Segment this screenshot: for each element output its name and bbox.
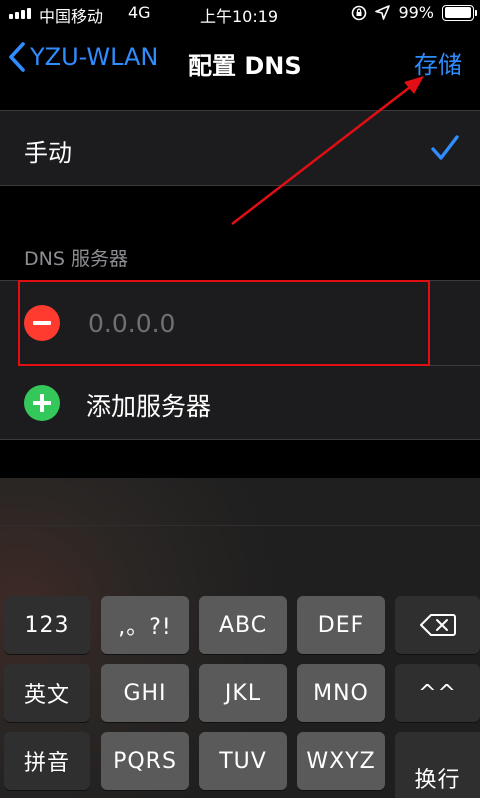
manual-option-row[interactable]: 手动: [0, 110, 480, 186]
back-button[interactable]: YZU-WLAN: [8, 42, 158, 72]
key-english[interactable]: 英文: [4, 664, 90, 722]
backspace-key[interactable]: [395, 596, 480, 654]
annotation-highlight-box: [18, 280, 430, 366]
enter-key[interactable]: 换行: [395, 732, 480, 798]
dns-section-header: DNS 服务器: [24, 248, 128, 270]
key-pqrs[interactable]: PQRS: [101, 732, 189, 790]
add-server-label: 添加服务器: [86, 392, 212, 421]
key-tuv[interactable]: TUV: [199, 732, 287, 790]
status-right: 99%: [351, 3, 477, 22]
key-123[interactable]: 123: [4, 596, 90, 654]
key-emoticon[interactable]: ^^: [395, 664, 480, 722]
manual-label: 手动: [24, 139, 72, 167]
signal-icon: [9, 8, 31, 19]
battery-icon: [442, 4, 477, 21]
key-punctuation[interactable]: ,。?!: [101, 596, 189, 654]
key-mno[interactable]: MNO: [297, 664, 385, 722]
key-def[interactable]: DEF: [297, 596, 385, 654]
battery-fill: [444, 7, 472, 18]
page-title: 配置 DNS: [188, 52, 302, 80]
navigation-bar: YZU-WLAN 配置 DNS 存储: [0, 28, 480, 94]
rotation-lock-icon: [352, 5, 367, 20]
checkmark-icon: [431, 135, 459, 160]
back-label: YZU-WLAN: [30, 43, 159, 71]
keyboard: 123 ,。?! ABC DEF 英文 GHI JKL MNO ^^ 拼音 PQ…: [0, 478, 480, 798]
location-icon: [375, 5, 391, 20]
screen: 中国移动 4G 上午10:19 99% YZU-WLAN 配置 DNS 存储 手…: [0, 0, 480, 798]
status-time: 上午10:19: [200, 7, 279, 26]
add-server-button[interactable]: 添加服务器: [0, 366, 480, 441]
save-button[interactable]: 存储: [414, 45, 462, 80]
backspace-icon: [419, 614, 456, 636]
key-ghi[interactable]: GHI: [101, 664, 189, 722]
key-pinyin[interactable]: 拼音: [4, 732, 90, 790]
key-abc[interactable]: ABC: [199, 596, 287, 654]
back-chevron-icon: [9, 42, 25, 72]
suggestion-bar: [0, 478, 480, 526]
network-type: 4G: [128, 3, 151, 22]
battery-percent: 99%: [398, 3, 434, 22]
key-wxyz[interactable]: WXYZ: [297, 732, 385, 790]
status-bar: 中国移动 4G 上午10:19 99%: [0, 0, 480, 28]
key-jkl[interactable]: JKL: [199, 664, 287, 722]
carrier-label: 中国移动: [39, 7, 104, 26]
plus-circle-icon: [24, 385, 60, 421]
